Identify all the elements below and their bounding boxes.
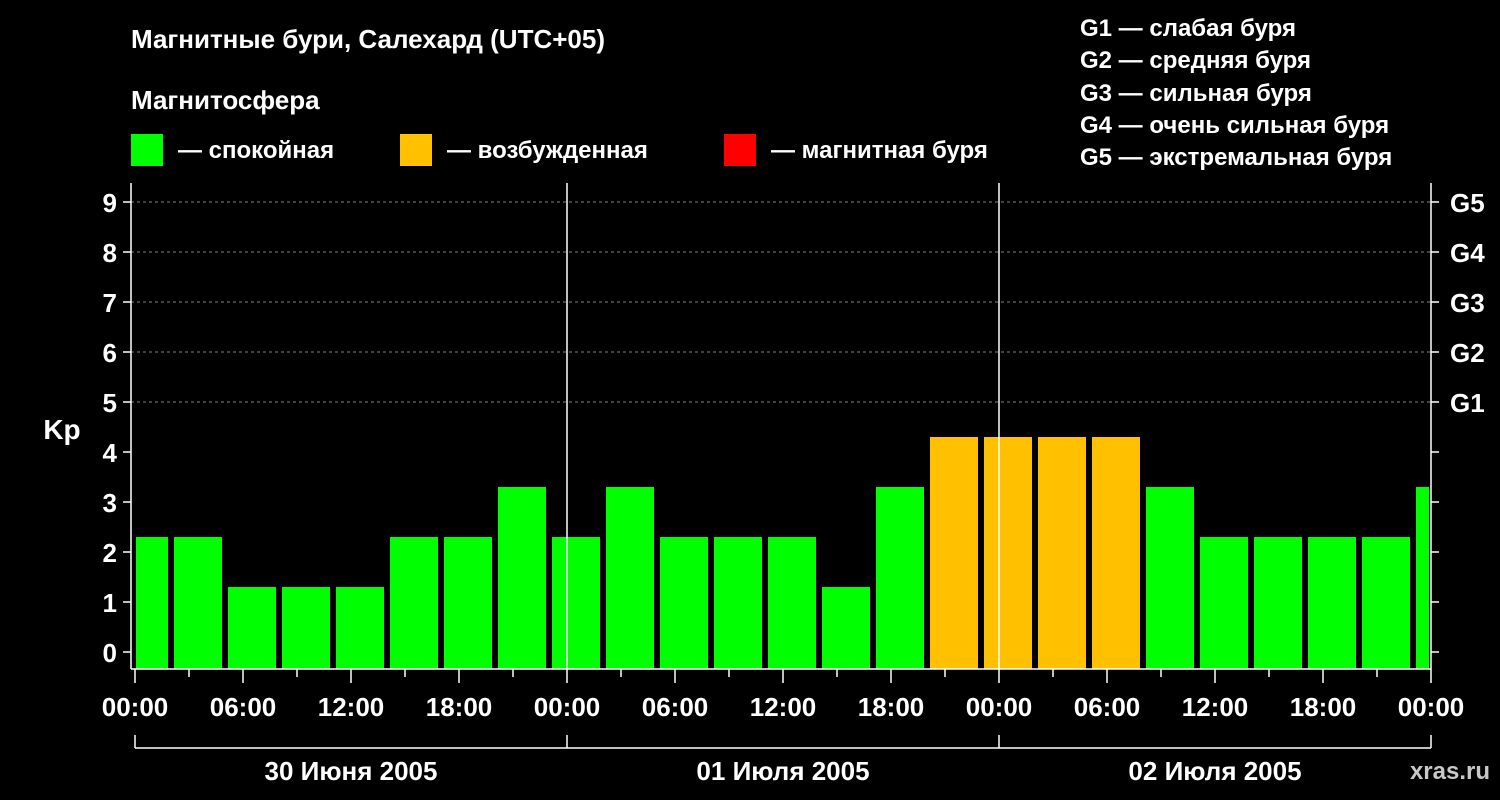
y-tick-label: 4 [103,438,118,468]
x-tick-label: 18:00 [1290,692,1357,722]
kp-bar [1146,487,1194,669]
kp-chart: Магнитные бури, Салехард (UTC+05) Магнит… [43,15,1490,786]
legend-label-excited: — возбужденная [447,137,648,164]
g-scale-g2: G2 — средняя буря [1080,47,1311,74]
grid-lines [131,201,1431,403]
legend-swatch-storm [724,134,756,166]
g-level-label: G2 [1450,338,1485,368]
x-tick-label: 12:00 [750,692,817,722]
g-scale-g3: G3 — сильная буря [1080,80,1312,107]
day-label: 02 Июля 2005 [1128,756,1301,786]
kp-bar [1092,437,1140,669]
y-tick-label: 7 [103,288,117,318]
g-level-label: G5 [1450,188,1485,218]
kp-bar [390,537,438,669]
kp-bar [1416,487,1429,669]
legend-heading: Магнитосфера [131,85,320,115]
x-tick-label: 06:00 [642,692,709,722]
legend-swatch-quiet [131,134,163,166]
g-level-label: G1 [1450,388,1485,418]
legend-label-storm: — магнитная буря [771,137,988,164]
x-tick-label: 18:00 [426,692,493,722]
g-level-label: G4 [1450,238,1485,268]
y-tick-label: 0 [103,638,117,668]
kp-bar [714,537,762,669]
g-scale-g5: G5 — экстремальная буря [1080,144,1392,171]
kp-bar [1362,537,1410,669]
kp-bar [876,487,924,669]
kp-bar [606,487,654,669]
y-tick-label: 5 [103,388,117,418]
y-tick-label: 9 [103,188,117,218]
kp-bar [552,537,600,669]
kp-bar [336,587,384,669]
legend-label-quiet: — спокойная [178,137,334,164]
g-level-label: G3 [1450,288,1485,318]
kp-bar [930,437,978,669]
kp-bar [660,537,708,669]
legend-swatch-excited [400,134,432,166]
kp-bar [1200,537,1248,669]
x-tick-label: 00:00 [534,692,601,722]
x-tick-label: 18:00 [858,692,925,722]
x-tick-label: 00:00 [102,692,169,722]
y-tick-label: 1 [103,588,117,618]
kp-bar [768,537,816,669]
day-label: 01 Июля 2005 [696,756,869,786]
watermark: xras.ru [1410,758,1490,785]
kp-bar [136,537,168,669]
day-label: 30 Июня 2005 [265,756,438,786]
kp-bar [1254,537,1302,669]
y-tick-label: 6 [103,338,117,368]
g-scale-g4: G4 — очень сильная буря [1080,112,1389,139]
kp-bar [1038,437,1086,669]
x-tick-label: 12:00 [1182,692,1249,722]
kp-bar [498,487,546,669]
y-tick-label: 8 [103,238,117,268]
kp-bar [282,587,330,669]
kp-bar [228,587,276,669]
x-tick-label: 00:00 [1398,692,1465,722]
axis-labels: 0 1 2 3 4 5 6 7 8 9 G1 G2 G3 G4 G5 00:00 06:00 12:00 18:00… [102,188,1485,786]
chart-title: Магнитные бури, Салехард (UTC+05) [131,24,605,54]
y-axis-label: Kp [43,414,80,445]
x-tick-label: 06:00 [210,692,277,722]
x-tick-label: 00:00 [966,692,1033,722]
g-scale-g1: G1 — слабая буря [1080,15,1296,42]
bars [136,437,1429,669]
x-tick-label: 06:00 [1074,692,1141,722]
x-tick-label: 12:00 [318,692,385,722]
kp-bar [984,437,1032,669]
y-tick-label: 3 [103,488,117,518]
y-tick-label: 2 [103,538,117,568]
kp-bar [444,537,492,669]
kp-bar [1308,537,1356,669]
kp-bar [822,587,870,669]
kp-bar [174,537,222,669]
